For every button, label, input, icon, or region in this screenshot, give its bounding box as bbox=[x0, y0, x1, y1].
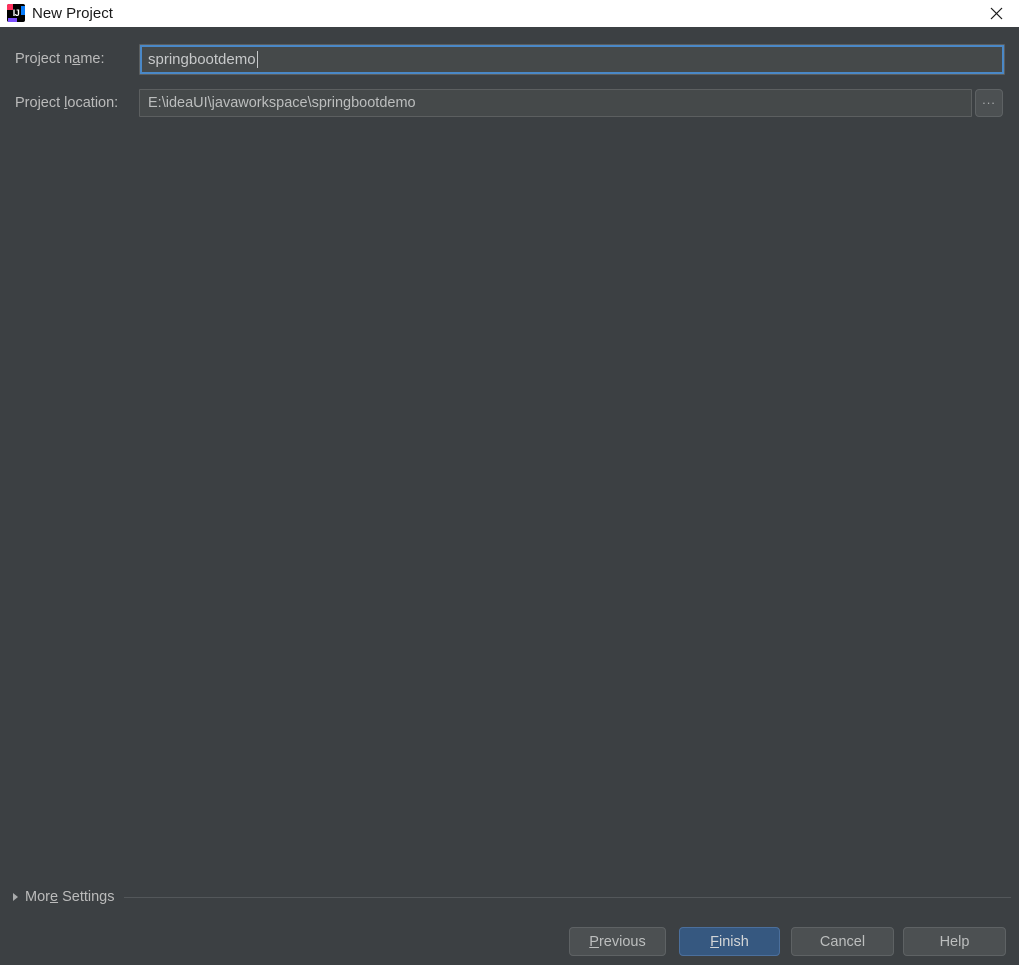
project-location-label-part2: ocation: bbox=[67, 95, 118, 111]
project-name-label: Project name: bbox=[15, 51, 104, 67]
cancel-button-label: Cancel bbox=[820, 934, 865, 950]
previous-button[interactable]: Previous bbox=[569, 927, 666, 956]
project-name-value: springbootdemo bbox=[148, 51, 256, 68]
project-location-value: E:\ideaUI\javaworkspace\springbootdemo bbox=[148, 95, 416, 111]
project-name-label-part2: me: bbox=[80, 51, 104, 67]
previous-button-label-rest: revious bbox=[599, 934, 646, 950]
previous-button-mnemonic: P bbox=[589, 934, 599, 950]
project-location-label: Project location: bbox=[15, 95, 118, 111]
browse-folder-button[interactable]: ... bbox=[975, 89, 1003, 117]
help-button[interactable]: Help bbox=[903, 927, 1006, 956]
section-separator bbox=[124, 897, 1011, 898]
finish-button-label: Finish bbox=[710, 934, 749, 950]
icon-letters: IJ bbox=[7, 4, 25, 22]
project-name-label-part1: Project n bbox=[15, 51, 72, 67]
new-project-dialog: IJ New Project Project name: springbootd… bbox=[0, 0, 1019, 965]
text-caret bbox=[257, 51, 258, 68]
chevron-right-icon bbox=[13, 893, 18, 901]
help-button-label: Help bbox=[940, 934, 970, 950]
more-settings-label-mnemonic: e bbox=[50, 889, 58, 905]
previous-button-label: Previous bbox=[589, 934, 645, 950]
project-location-input[interactable]: E:\ideaUI\javaworkspace\springbootdemo bbox=[139, 89, 972, 117]
more-settings-toggle[interactable]: More Settings bbox=[13, 888, 1011, 906]
project-name-input[interactable]: springbootdemo bbox=[139, 44, 1005, 75]
finish-button-mnemonic: F bbox=[710, 934, 719, 950]
ellipsis-icon: ... bbox=[982, 97, 996, 103]
cancel-button[interactable]: Cancel bbox=[791, 927, 894, 956]
finish-button[interactable]: Finish bbox=[679, 927, 780, 956]
more-settings-label-part1: Mor bbox=[25, 889, 50, 905]
close-icon[interactable] bbox=[973, 0, 1019, 27]
more-settings-label-part2: Settings bbox=[58, 889, 114, 905]
dialog-titlebar: IJ New Project bbox=[0, 0, 1019, 27]
window-title: New Project bbox=[32, 0, 113, 27]
more-settings-label: More Settings bbox=[25, 889, 114, 905]
project-location-label-part1: Project bbox=[15, 95, 64, 111]
finish-button-label-rest: inish bbox=[719, 934, 749, 950]
intellij-idea-icon: IJ bbox=[7, 4, 25, 22]
